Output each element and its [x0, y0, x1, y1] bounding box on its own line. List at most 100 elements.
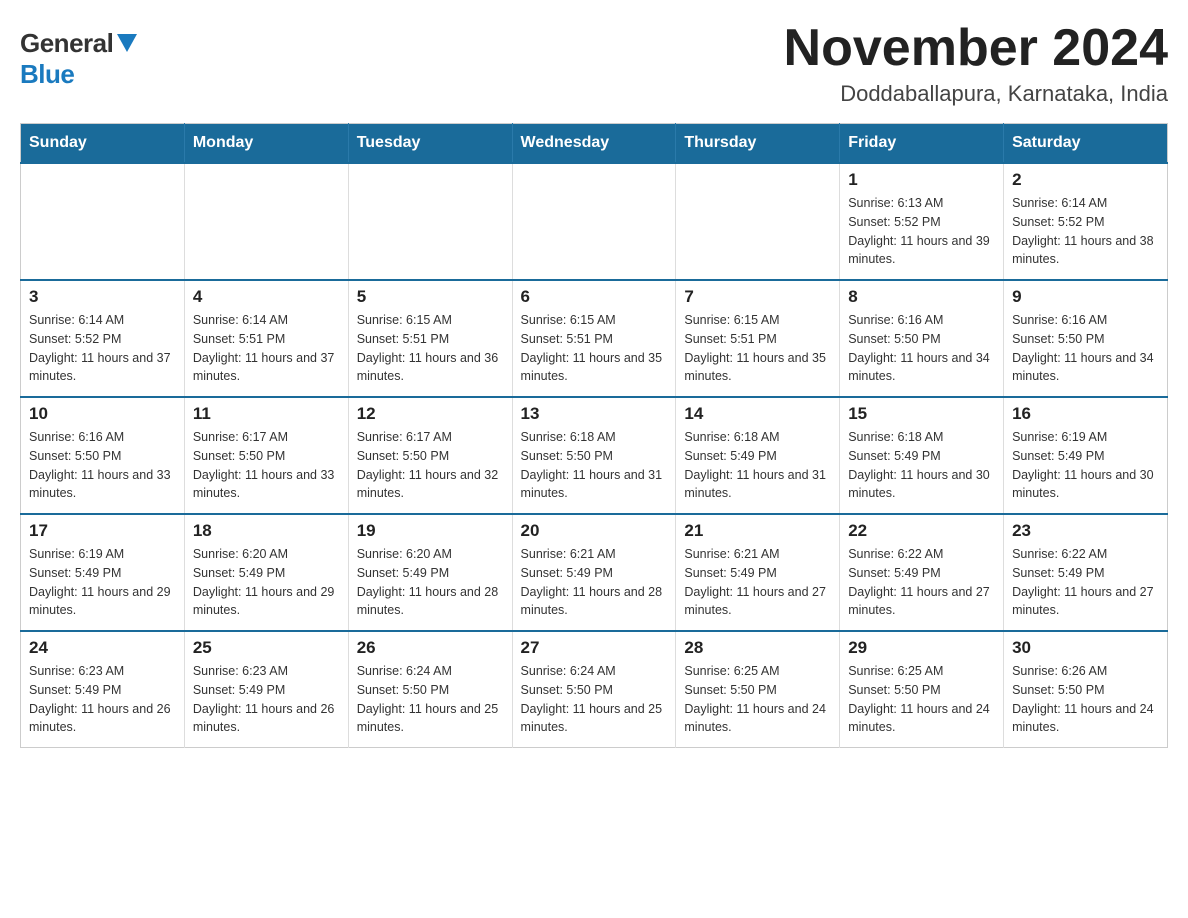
- day-info: Sunrise: 6:16 AMSunset: 5:50 PMDaylight:…: [848, 311, 995, 386]
- month-title: November 2024: [784, 20, 1168, 77]
- day-info: Sunrise: 6:14 AMSunset: 5:52 PMDaylight:…: [29, 311, 176, 386]
- calendar-cell: 23Sunrise: 6:22 AMSunset: 5:49 PMDayligh…: [1004, 514, 1168, 631]
- calendar-week-row: 3Sunrise: 6:14 AMSunset: 5:52 PMDaylight…: [21, 280, 1168, 397]
- calendar-week-row: 10Sunrise: 6:16 AMSunset: 5:50 PMDayligh…: [21, 397, 1168, 514]
- weekday-header-monday: Monday: [184, 124, 348, 164]
- day-number: 6: [521, 287, 668, 307]
- logo-triangle-icon: [117, 34, 137, 52]
- calendar-cell: 27 Sunrise: 6:24 AMSunset: 5:50 PMDayligh…: [512, 631, 676, 748]
- weekday-header-tuesday: Tuesday: [348, 124, 512, 164]
- day-number: 5: [357, 287, 504, 307]
- day-number: 29: [848, 638, 995, 658]
- day-number: 15: [848, 404, 995, 424]
- day-info: Sunrise: 6:18 AMSunset: 5:50 PMDaylight:…: [521, 428, 668, 503]
- day-number: 28: [684, 638, 831, 658]
- day-info: Sunrise: 6:18 AMSunset: 5:49 PMDaylight:…: [684, 428, 831, 503]
- calendar-header-row: SundayMondayTuesdayWednesdayThursdayFrid…: [21, 124, 1168, 164]
- day-number: 9: [1012, 287, 1159, 307]
- day-info: Sunrise: 6:19 AMSunset: 5:49 PMDaylight:…: [1012, 428, 1159, 503]
- calendar-cell: 9 Sunrise: 6:16 AMSunset: 5:50 PMDaylight…: [1004, 280, 1168, 397]
- day-info: Sunrise: 6:20 AMSunset: 5:49 PMDaylight:…: [193, 545, 340, 620]
- calendar-week-row: 17 Sunrise: 6:19 AMSunset: 5:49 PMDayligh…: [21, 514, 1168, 631]
- day-number: 2: [1012, 170, 1159, 190]
- day-number: 17: [29, 521, 176, 541]
- page-header: General Blue November 2024 Doddaballapur…: [20, 20, 1168, 107]
- day-info: Sunrise: 6:23 AMSunset: 5:49 PMDaylight:…: [193, 662, 340, 737]
- day-number: 26: [357, 638, 504, 658]
- calendar-cell: 10Sunrise: 6:16 AMSunset: 5:50 PMDayligh…: [21, 397, 185, 514]
- calendar-cell: 11 Sunrise: 6:17 AMSunset: 5:50 PMDayligh…: [184, 397, 348, 514]
- calendar-cell: 7 Sunrise: 6:15 AMSunset: 5:51 PMDaylight…: [676, 280, 840, 397]
- day-info: Sunrise: 6:20 AMSunset: 5:49 PMDaylight:…: [357, 545, 504, 620]
- calendar-cell: 19Sunrise: 6:20 AMSunset: 5:49 PMDayligh…: [348, 514, 512, 631]
- day-number: 1: [848, 170, 995, 190]
- day-number: 27: [521, 638, 668, 658]
- logo: General Blue: [20, 20, 137, 90]
- day-info: Sunrise: 6:16 AMSunset: 5:50 PMDaylight:…: [1012, 311, 1159, 386]
- day-number: 22: [848, 521, 995, 541]
- logo-blue-text: Blue: [20, 59, 74, 90]
- day-number: 11: [193, 404, 340, 424]
- day-number: 25: [193, 638, 340, 658]
- weekday-header-sunday: Sunday: [21, 124, 185, 164]
- day-number: 7: [684, 287, 831, 307]
- calendar-cell: [21, 163, 185, 280]
- weekday-header-saturday: Saturday: [1004, 124, 1168, 164]
- calendar-cell: [348, 163, 512, 280]
- calendar-cell: [184, 163, 348, 280]
- day-number: 24: [29, 638, 176, 658]
- day-number: 16: [1012, 404, 1159, 424]
- day-number: 13: [521, 404, 668, 424]
- logo-general-text: General: [20, 28, 113, 59]
- day-info: Sunrise: 6:15 AMSunset: 5:51 PMDaylight:…: [357, 311, 504, 386]
- calendar-cell: 25 Sunrise: 6:23 AMSunset: 5:49 PMDayligh…: [184, 631, 348, 748]
- day-info: Sunrise: 6:17 AMSunset: 5:50 PMDaylight:…: [193, 428, 340, 503]
- day-info: Sunrise: 6:16 AMSunset: 5:50 PMDaylight:…: [29, 428, 176, 503]
- calendar-cell: 14 Sunrise: 6:18 AMSunset: 5:49 PMDayligh…: [676, 397, 840, 514]
- day-info: Sunrise: 6:22 AMSunset: 5:49 PMDaylight:…: [1012, 545, 1159, 620]
- day-info: Sunrise: 6:21 AMSunset: 5:49 PMDaylight:…: [684, 545, 831, 620]
- calendar-table: SundayMondayTuesdayWednesdayThursdayFrid…: [20, 123, 1168, 748]
- calendar-cell: 26 Sunrise: 6:24 AMSunset: 5:50 PMDayligh…: [348, 631, 512, 748]
- weekday-header-friday: Friday: [840, 124, 1004, 164]
- calendar-cell: 24 Sunrise: 6:23 AMSunset: 5:49 PMDayligh…: [21, 631, 185, 748]
- calendar-cell: 22 Sunrise: 6:22 AMSunset: 5:49 PMDayligh…: [840, 514, 1004, 631]
- calendar-cell: 15Sunrise: 6:18 AMSunset: 5:49 PMDayligh…: [840, 397, 1004, 514]
- calendar-cell: 2Sunrise: 6:14 AMSunset: 5:52 PMDaylight…: [1004, 163, 1168, 280]
- calendar-week-row: 24 Sunrise: 6:23 AMSunset: 5:49 PMDayligh…: [21, 631, 1168, 748]
- location-title: Doddaballapura, Karnataka, India: [784, 81, 1168, 107]
- day-info: Sunrise: 6:22 AMSunset: 5:49 PMDaylight:…: [848, 545, 995, 620]
- day-info: Sunrise: 6:24 AMSunset: 5:50 PMDaylight:…: [521, 662, 668, 737]
- day-info: Sunrise: 6:15 AMSunset: 5:51 PMDaylight:…: [684, 311, 831, 386]
- day-info: Sunrise: 6:25 AMSunset: 5:50 PMDaylight:…: [848, 662, 995, 737]
- day-info: Sunrise: 6:19 AMSunset: 5:49 PMDaylight:…: [29, 545, 176, 620]
- day-number: 14: [684, 404, 831, 424]
- day-info: Sunrise: 6:13 AMSunset: 5:52 PMDaylight:…: [848, 194, 995, 269]
- calendar-cell: 21Sunrise: 6:21 AMSunset: 5:49 PMDayligh…: [676, 514, 840, 631]
- day-info: Sunrise: 6:23 AMSunset: 5:49 PMDaylight:…: [29, 662, 176, 737]
- calendar-cell: 16 Sunrise: 6:19 AMSunset: 5:49 PMDayligh…: [1004, 397, 1168, 514]
- calendar-cell: 8 Sunrise: 6:16 AMSunset: 5:50 PMDaylight…: [840, 280, 1004, 397]
- weekday-header-wednesday: Wednesday: [512, 124, 676, 164]
- day-number: 12: [357, 404, 504, 424]
- day-number: 8: [848, 287, 995, 307]
- weekday-header-thursday: Thursday: [676, 124, 840, 164]
- title-block: November 2024 Doddaballapura, Karnataka,…: [784, 20, 1168, 107]
- day-number: 20: [521, 521, 668, 541]
- day-info: Sunrise: 6:25 AMSunset: 5:50 PMDaylight:…: [684, 662, 831, 737]
- day-info: Sunrise: 6:24 AMSunset: 5:50 PMDaylight:…: [357, 662, 504, 737]
- calendar-cell: 30 Sunrise: 6:26 AMSunset: 5:50 PMDayligh…: [1004, 631, 1168, 748]
- day-info: Sunrise: 6:14 AMSunset: 5:51 PMDaylight:…: [193, 311, 340, 386]
- calendar-cell: 18Sunrise: 6:20 AMSunset: 5:49 PMDayligh…: [184, 514, 348, 631]
- calendar-cell: 28 Sunrise: 6:25 AMSunset: 5:50 PMDayligh…: [676, 631, 840, 748]
- calendar-cell: 4Sunrise: 6:14 AMSunset: 5:51 PMDaylight…: [184, 280, 348, 397]
- calendar-cell: 3Sunrise: 6:14 AMSunset: 5:52 PMDaylight…: [21, 280, 185, 397]
- calendar-cell: 13 Sunrise: 6:18 AMSunset: 5:50 PMDayligh…: [512, 397, 676, 514]
- calendar-week-row: 1 Sunrise: 6:13 AMSunset: 5:52 PMDaylight…: [21, 163, 1168, 280]
- day-info: Sunrise: 6:17 AMSunset: 5:50 PMDaylight:…: [357, 428, 504, 503]
- day-info: Sunrise: 6:26 AMSunset: 5:50 PMDaylight:…: [1012, 662, 1159, 737]
- calendar-cell: 20Sunrise: 6:21 AMSunset: 5:49 PMDayligh…: [512, 514, 676, 631]
- day-number: 30: [1012, 638, 1159, 658]
- calendar-cell: 12 Sunrise: 6:17 AMSunset: 5:50 PMDayligh…: [348, 397, 512, 514]
- calendar-cell: 6Sunrise: 6:15 AMSunset: 5:51 PMDaylight…: [512, 280, 676, 397]
